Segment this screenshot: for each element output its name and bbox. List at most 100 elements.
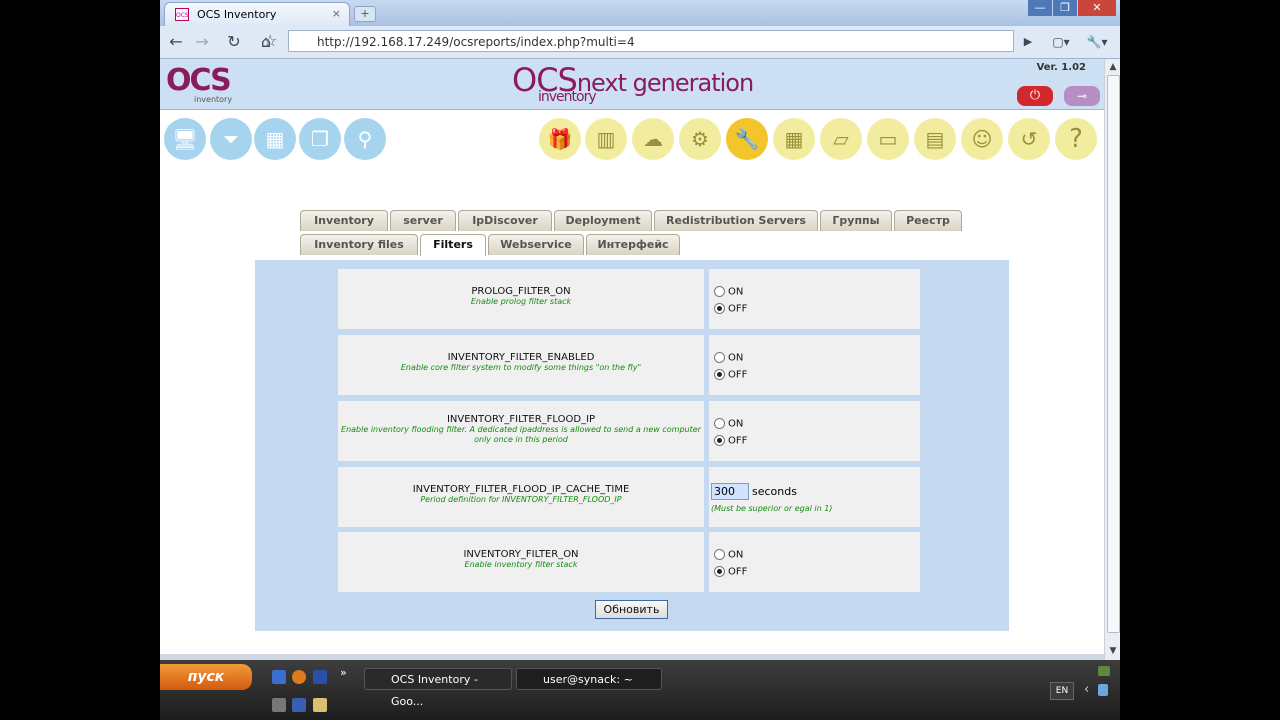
reload-button[interactable]: ↻ xyxy=(222,30,246,54)
start-button[interactable]: пуск xyxy=(160,664,252,690)
users-icon[interactable]: ☺ xyxy=(961,118,1003,160)
taskbar-terminal[interactable]: user@synack: ~ xyxy=(516,668,662,690)
firewall-icon[interactable]: ▥ xyxy=(585,118,627,160)
cache-time-unit: seconds xyxy=(752,485,797,498)
setting-label: INVENTORY_FILTER_FLOOD_IP Enable invento… xyxy=(338,401,704,461)
ocs-logo-text: OCS xyxy=(166,63,232,98)
tab-inventory[interactable]: Inventory xyxy=(300,210,388,231)
save-icon[interactable] xyxy=(292,698,306,712)
radio-circle-selected[interactable] xyxy=(714,435,725,446)
tab-server[interactable]: server xyxy=(390,210,456,231)
network-icon[interactable]: ☁ xyxy=(632,118,674,160)
multi-computers-icon[interactable]: ❐ xyxy=(299,118,341,160)
page-content: OCS inventory OCSnext generation invento… xyxy=(160,59,1104,654)
setting-name: INVENTORY_FILTER_FLOOD_IP_CACHE_TIME xyxy=(412,484,630,495)
radio-off[interactable]: OFF xyxy=(714,566,747,578)
tab-ipdiscover[interactable]: IpDiscover xyxy=(458,210,552,231)
radio-on-label: ON xyxy=(728,286,744,298)
tab-close-icon[interactable]: × xyxy=(332,7,341,20)
radio-circle-selected[interactable] xyxy=(714,369,725,380)
tray-chevron-icon[interactable]: ‹ xyxy=(1084,682,1089,697)
radio-circle-selected[interactable] xyxy=(714,303,725,314)
quicklaunch-overflow[interactable]: » xyxy=(340,666,347,679)
bookmark-star-icon[interactable]: ☆ xyxy=(263,31,277,50)
close-window-button[interactable]: ✕ xyxy=(1078,0,1116,16)
radio-on[interactable]: ON xyxy=(714,286,743,298)
browser-tab[interactable]: OCS OCS Inventory × xyxy=(164,2,350,26)
vertical-scrollbar[interactable]: ▲ ▼ xyxy=(1104,59,1120,660)
tab-filters[interactable]: Filters xyxy=(420,234,486,256)
radio-circle[interactable] xyxy=(714,352,725,363)
radio-on[interactable]: ON xyxy=(714,352,743,364)
radio-off-label: OFF xyxy=(728,369,748,381)
radio-on[interactable]: ON xyxy=(714,549,743,561)
setting-value: ON OFF xyxy=(709,401,920,461)
ocs-ng-logo: OCSnext generation inventory xyxy=(512,61,754,105)
tab-deployment[interactable]: Deployment xyxy=(554,210,652,231)
firefox-icon[interactable] xyxy=(292,670,306,684)
radio-circle[interactable] xyxy=(714,549,725,560)
tab-interface[interactable]: Интерфейс xyxy=(586,234,680,255)
back-button[interactable]: ← xyxy=(164,30,188,54)
password-button[interactable]: ⊸ xyxy=(1064,86,1100,106)
browser-window: OCS OCS Inventory × + — ❐ ✕ ← → ↻ ⌂ ☆ ht… xyxy=(160,0,1120,660)
scroll-thumb[interactable] xyxy=(1107,75,1120,633)
tab-groups[interactable]: Группы xyxy=(820,210,892,231)
radio-off[interactable]: OFF xyxy=(714,303,747,315)
go-button[interactable]: ▶ xyxy=(1016,30,1040,54)
groups-icon[interactable]: ▦ xyxy=(254,118,296,160)
update-button[interactable]: Обновить xyxy=(595,600,668,619)
cache-time-input[interactable]: 300 xyxy=(711,483,749,500)
all-computers-icon[interactable]: 🖥 xyxy=(164,118,206,160)
tool-icon[interactable] xyxy=(272,698,286,712)
page-menu-button[interactable]: ▢▾ xyxy=(1046,30,1076,54)
taskbar-chrome[interactable]: OCS Inventory - Goo... xyxy=(364,668,512,708)
setting-label: INVENTORY_FILTER_FLOOD_IP_CACHE_TIME Per… xyxy=(338,467,704,527)
security-shield-icon[interactable] xyxy=(1098,684,1108,696)
tools-menu-button[interactable]: 🔧▾ xyxy=(1080,30,1114,54)
minimize-button[interactable]: — xyxy=(1028,0,1052,16)
tab-registry[interactable]: Реестр xyxy=(894,210,962,231)
radio-circle[interactable] xyxy=(714,286,725,297)
registry-icon[interactable]: ▦ xyxy=(773,118,815,160)
scroll-up-arrow[interactable]: ▲ xyxy=(1105,59,1120,75)
software-icon[interactable]: ▭ xyxy=(867,118,909,160)
setting-name: INVENTORY_FILTER_FLOOD_IP xyxy=(446,414,596,425)
radio-off-label: OFF xyxy=(728,435,748,447)
radio-circle-selected[interactable] xyxy=(714,566,725,577)
search-icon[interactable]: ⚲ xyxy=(344,118,386,160)
logout-button[interactable]: ⏻ xyxy=(1017,86,1053,106)
maximize-button[interactable]: ❐ xyxy=(1053,0,1077,16)
dictionary-icon[interactable]: ▱ xyxy=(820,118,862,160)
scroll-down-arrow[interactable]: ▼ xyxy=(1105,643,1120,659)
help-icon[interactable]: ? xyxy=(1055,118,1097,160)
documents-icon[interactable]: ▤ xyxy=(914,118,956,160)
radio-on-label: ON xyxy=(728,549,744,561)
tab-redistribution-servers[interactable]: Redistribution Servers xyxy=(654,210,818,231)
radio-circle[interactable] xyxy=(714,418,725,429)
setting-value: ON OFF xyxy=(709,335,920,395)
radio-on[interactable]: ON xyxy=(714,418,743,430)
new-tab-button[interactable]: + xyxy=(354,6,376,22)
desktop-icon[interactable] xyxy=(272,670,286,684)
url-text: http://192.168.17.249/ocsreports/index.p… xyxy=(317,35,635,49)
tab-webservice[interactable]: Webservice xyxy=(488,234,584,255)
app-icon[interactable] xyxy=(313,670,327,684)
language-indicator[interactable]: EN xyxy=(1050,682,1074,700)
notepad-icon[interactable] xyxy=(313,698,327,712)
network-tray-icon[interactable] xyxy=(1098,666,1110,676)
radio-off[interactable]: OFF xyxy=(714,435,747,447)
ocs-logo-sub: inventory xyxy=(194,95,233,104)
settings-gear-icon[interactable]: ⚙ xyxy=(679,118,721,160)
restore-icon[interactable]: ↺ xyxy=(1008,118,1050,160)
forward-button[interactable]: → xyxy=(190,30,214,54)
favicon-icon: OCS xyxy=(175,8,189,21)
packages-icon[interactable]: 🎁 xyxy=(539,118,581,160)
setting-label: INVENTORY_FILTER_ON Enable inventory fil… xyxy=(338,532,704,592)
ocs-header: OCS inventory OCSnext generation invento… xyxy=(160,59,1104,110)
radio-off[interactable]: OFF xyxy=(714,369,747,381)
tab-inventory-files[interactable]: Inventory files xyxy=(300,234,418,255)
admin-wrench-icon[interactable]: 🔧 xyxy=(726,118,768,160)
address-bar[interactable]: ☆ http://192.168.17.249/ocsreports/index… xyxy=(263,30,1014,52)
filter-icon[interactable]: ⏷ xyxy=(210,118,252,160)
